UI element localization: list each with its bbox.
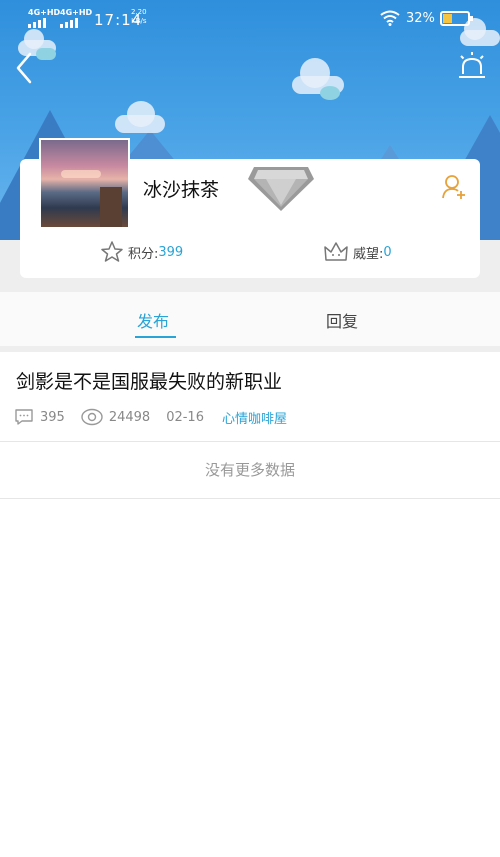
network-type-label: 4G+HD xyxy=(60,8,93,17)
tab-publish[interactable]: 发布 xyxy=(137,308,169,332)
post-meta: 395 24498 02-16 心情咖啡屋 xyxy=(14,406,287,428)
comment-icon xyxy=(15,409,33,425)
network-speed: 2.20 KB/s xyxy=(131,8,147,26)
points-value: 399 xyxy=(158,244,184,260)
alarm-icon[interactable] xyxy=(456,50,488,82)
eye-icon xyxy=(81,408,103,426)
list-divider xyxy=(0,441,500,442)
no-more-data-text: 没有更多数据 xyxy=(204,461,295,479)
battery-percentage: 32% xyxy=(406,11,435,26)
signal-indicator: 4G+HD xyxy=(28,8,60,28)
back-icon[interactable] xyxy=(10,50,40,86)
speed-value: 2.20 xyxy=(131,8,147,16)
prestige-value: 0 xyxy=(383,244,392,260)
prestige-label: 威望: xyxy=(353,246,384,262)
wifi-icon xyxy=(380,10,400,26)
list-divider xyxy=(0,498,500,499)
prestige-stat: 威望: 0 xyxy=(323,240,392,264)
add-user-icon[interactable] xyxy=(442,174,466,200)
speed-unit: KB/s xyxy=(131,17,147,25)
section-divider xyxy=(0,346,500,352)
signal-bars-icon xyxy=(60,18,92,28)
post-title[interactable]: 剑影是不是国服最失败的新职业 xyxy=(16,367,282,394)
view-count-value: 24498 xyxy=(108,409,151,425)
star-icon xyxy=(101,241,123,262)
network-type-label: 4G+HD xyxy=(28,8,61,17)
view-count: 24498 xyxy=(81,408,150,426)
active-tab-indicator xyxy=(135,336,176,338)
points-stat: 积分: 399 xyxy=(100,240,183,264)
signal-indicator: 4G+HD xyxy=(60,8,92,28)
points-label: 积分: xyxy=(128,246,159,262)
username: 冰沙抹茶 xyxy=(143,179,220,201)
reply-count-value: 395 xyxy=(40,409,65,425)
signal-bars-icon xyxy=(28,18,60,28)
post-category-link[interactable]: 心情咖啡屋 xyxy=(222,408,287,427)
diamond-badge-icon xyxy=(248,167,314,211)
reply-count: 395 xyxy=(14,408,65,426)
status-bar: 4G+HD 4G+HD 17:14 2.20 KB/s 32% xyxy=(0,0,500,38)
tab-reply[interactable]: 回复 xyxy=(326,308,358,332)
crown-icon xyxy=(324,242,348,261)
avatar[interactable] xyxy=(39,138,130,229)
post-date: 02-16 xyxy=(166,409,204,425)
cloud-decoration xyxy=(115,101,165,133)
cloud-decoration xyxy=(292,58,344,100)
battery-icon xyxy=(440,11,473,26)
tab-bar: 发布 回复 xyxy=(0,292,500,346)
